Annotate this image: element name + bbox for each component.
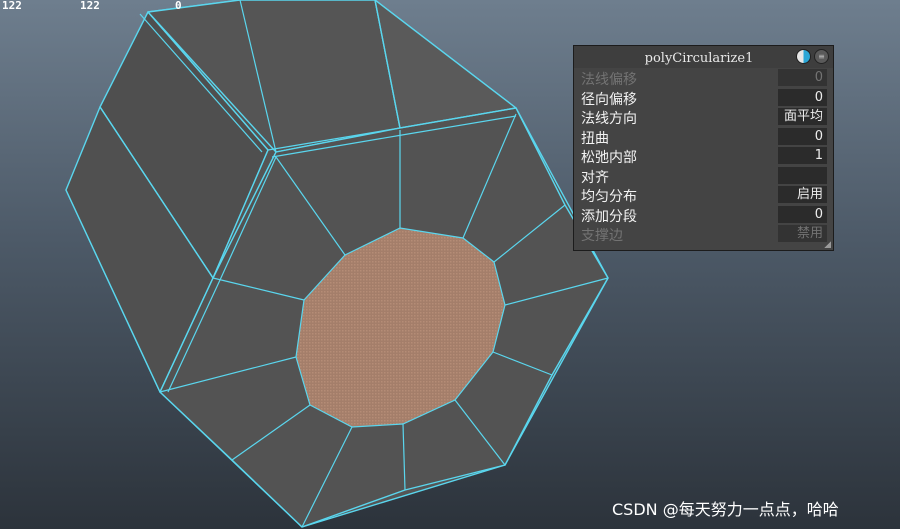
panel-header[interactable]: polyCircularize1 ≡ <box>574 46 833 68</box>
attribute-label: 均匀分布 <box>581 189 637 205</box>
attribute-label: 径向偏移 <box>581 91 637 108</box>
hud-count-3: 0 <box>175 0 182 12</box>
attribute-value-field[interactable]: 0 <box>778 205 827 223</box>
attribute-label: 扭曲 <box>581 130 609 147</box>
attribute-label: 对齐 <box>581 169 609 186</box>
attribute-value-field[interactable]: 0 <box>778 127 827 145</box>
attribute-row[interactable]: 松弛内部 1 <box>578 146 830 166</box>
attribute-label: 支撑边 <box>581 228 623 244</box>
attribute-row[interactable]: 法线方向 面平均 <box>578 107 830 127</box>
attribute-label: 添加分段 <box>581 208 637 225</box>
attribute-row[interactable]: 添加分段 0 <box>578 205 830 225</box>
poly-circularize-panel[interactable]: polyCircularize1 ≡ 法线偏移 0 径向偏移 0 法线方向 面平均 扭曲 0 松… <box>573 45 834 251</box>
attribute-value-field[interactable]: 1 <box>778 147 827 164</box>
panel-pin-icon[interactable] <box>796 49 811 64</box>
panel-title: polyCircularize1 <box>644 51 754 66</box>
attribute-label: 法线偏移 <box>581 72 637 88</box>
attribute-value-field[interactable]: 面平均 <box>778 108 827 125</box>
watermark: CSDN @每天努力一点点，哈哈 <box>612 500 839 519</box>
attribute-row[interactable]: 支撑边 禁用 <box>578 224 830 244</box>
attribute-row[interactable]: 法线偏移 0 <box>578 68 830 88</box>
attribute-label: 松弛内部 <box>581 150 637 166</box>
attribute-value-field[interactable]: 禁用 <box>778 225 827 242</box>
attribute-label: 法线方向 <box>581 111 637 127</box>
attribute-row[interactable]: 扭曲 0 <box>578 127 830 147</box>
resize-grip-icon[interactable] <box>824 241 831 248</box>
attribute-row[interactable]: 对齐 <box>578 166 830 186</box>
panel-menu-icon[interactable]: ≡ <box>814 49 829 64</box>
hud-count-2: 122 <box>80 0 100 12</box>
attribute-value-field[interactable]: 0 <box>778 69 827 86</box>
attribute-value-field[interactable] <box>778 166 827 184</box>
hud-count-1: 122 <box>2 0 22 12</box>
attribute-value-field[interactable]: 0 <box>778 88 827 106</box>
attribute-value-field[interactable]: 启用 <box>778 186 827 203</box>
attribute-row[interactable]: 均匀分布 启用 <box>578 185 830 205</box>
attribute-row[interactable]: 径向偏移 0 <box>578 88 830 108</box>
